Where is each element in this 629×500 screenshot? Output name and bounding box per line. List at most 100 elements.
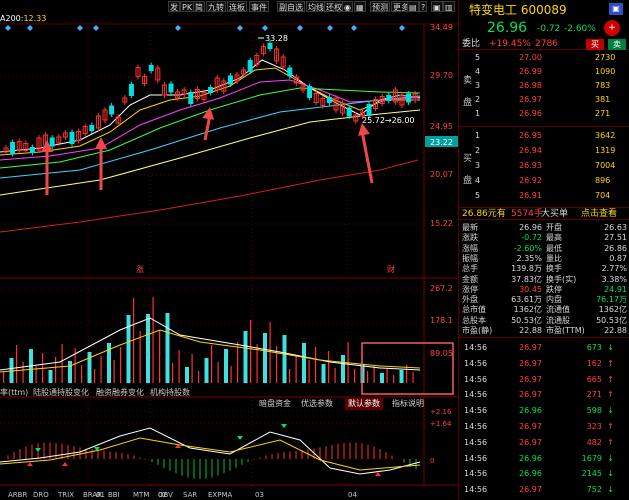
bid-row[interactable]: 1 26.95 3642: [459, 130, 629, 141]
candlestick[interactable]: [109, 105, 115, 115]
candlestick[interactable]: [49, 137, 55, 147]
volume-bar[interactable]: [94, 369, 96, 383]
candlestick[interactable]: [386, 95, 392, 101]
volume-bar[interactable]: [159, 330, 161, 383]
toolbar-button-3[interactable]: 九转: [206, 1, 226, 12]
event-marker-2[interactable]: [77, 25, 83, 31]
volume-bar[interactable]: [341, 355, 345, 383]
volume-bar[interactable]: [393, 375, 395, 383]
volume-bar[interactable]: [386, 368, 388, 383]
volume-bar[interactable]: [126, 315, 131, 383]
volume-bar[interactable]: [289, 369, 291, 383]
volume-bar[interactable]: [120, 347, 122, 383]
volume-bar[interactable]: [269, 322, 271, 383]
layout-icon[interactable]: ▥: [443, 1, 455, 12]
toolbar-button-8[interactable]: 还权: [324, 1, 344, 12]
prev-stock-button[interactable]: [462, 20, 478, 36]
bid-row[interactable]: 2 26.94 1319: [459, 145, 629, 156]
volume-bar[interactable]: [302, 343, 306, 383]
candlestick[interactable]: [69, 132, 75, 144]
volume-bar[interactable]: [139, 331, 141, 383]
sell-button[interactable]: 卖: [608, 39, 626, 50]
candlestick[interactable]: [326, 97, 332, 103]
volume-bar[interactable]: [22, 362, 24, 383]
candlestick[interactable]: [267, 43, 273, 49]
toolbar-button-7[interactable]: 均线: [306, 1, 326, 12]
bid-row[interactable]: 3 26.93 7004: [459, 160, 629, 171]
volume-bar[interactable]: [250, 320, 252, 383]
toolbar-button-0[interactable]: 发: [168, 1, 180, 12]
volume-bar[interactable]: [198, 371, 200, 383]
grid-icon[interactable]: ▦: [354, 1, 366, 12]
bid-row[interactable]: 4 26.92 896: [459, 175, 629, 186]
volume-bar[interactable]: [178, 350, 180, 383]
candlestick[interactable]: [346, 107, 352, 117]
event-marker-4[interactable]: [175, 25, 181, 31]
candlestick[interactable]: [29, 147, 35, 153]
candlestick[interactable]: [208, 87, 214, 93]
volume-bar[interactable]: [367, 371, 369, 383]
volume-bar[interactable]: [191, 354, 193, 383]
volume-bar[interactable]: [308, 360, 310, 383]
camera-icon[interactable]: ◉: [342, 1, 353, 12]
volume-bar[interactable]: [243, 331, 248, 383]
volume-bar[interactable]: [282, 335, 287, 383]
buy-button[interactable]: 买: [586, 39, 604, 50]
volume-bar[interactable]: [100, 356, 102, 383]
volume-bar[interactable]: [87, 352, 92, 383]
bottom-tab-3[interactable]: BRAR: [83, 490, 102, 500]
candlestick[interactable]: [227, 75, 233, 85]
bid-row[interactable]: 5 26.91 704: [459, 190, 629, 201]
volume-bar[interactable]: [321, 364, 326, 383]
volume-bar[interactable]: [172, 363, 174, 383]
volume-bar[interactable]: [328, 351, 330, 383]
event-marker-8[interactable]: [327, 25, 333, 31]
volume-bar[interactable]: [354, 369, 356, 383]
volume-bar[interactable]: [295, 356, 297, 383]
volume-bar[interactable]: [61, 344, 63, 383]
candlestick[interactable]: [366, 104, 372, 116]
bottom-tab-1[interactable]: DRO: [33, 490, 49, 500]
indicator-tab-0[interactable]: 率(ttm): [0, 387, 28, 398]
ask-row[interactable]: 4 26.99 1090: [459, 66, 629, 77]
volume-bar[interactable]: [412, 372, 414, 383]
candlestick[interactable]: [307, 86, 313, 98]
volume-bar[interactable]: [315, 347, 317, 383]
param-tab-2[interactable]: 默认参数: [345, 398, 383, 410]
volume-bar[interactable]: [81, 365, 83, 383]
settings-icon[interactable]: ▣: [431, 1, 443, 12]
ask-row[interactable]: 3 26.98 783: [459, 80, 629, 91]
volume-bar[interactable]: [230, 366, 232, 383]
bottom-tab-4[interactable]: BBI: [108, 490, 120, 500]
volume-bar[interactable]: [185, 367, 189, 383]
event-marker-5[interactable]: [237, 25, 243, 31]
summary-link[interactable]: 点击查看: [581, 208, 617, 221]
toolbar-button-17[interactable]: 预测: [370, 1, 390, 12]
volume-bar[interactable]: [399, 370, 404, 383]
volume-bar[interactable]: [217, 362, 219, 383]
volume-bar[interactable]: [334, 368, 336, 383]
volume-bar[interactable]: [16, 345, 18, 383]
toolbar-button-6[interactable]: 副自选: [277, 1, 305, 12]
volume-bar[interactable]: [373, 366, 375, 383]
candlestick[interactable]: [10, 142, 16, 154]
toolbar-button-4[interactable]: 连板: [227, 1, 247, 12]
bottom-tab-5[interactable]: MTM: [133, 490, 149, 500]
bottom-tab-8[interactable]: EXPMA: [208, 490, 232, 500]
candlestick[interactable]: [89, 125, 95, 131]
volume-bar[interactable]: [68, 361, 72, 383]
volume-bar[interactable]: [113, 360, 115, 383]
candlestick[interactable]: [128, 84, 134, 96]
candlestick[interactable]: [406, 93, 412, 103]
stock-badge[interactable]: ▣: [609, 3, 623, 15]
bottom-tab-2[interactable]: TRIX: [58, 490, 74, 500]
bottom-tab-7[interactable]: SAR: [183, 490, 197, 500]
stock-plus-button[interactable]: +: [604, 20, 620, 36]
candlestick[interactable]: [247, 60, 253, 72]
volume-bar[interactable]: [152, 297, 154, 383]
event-marker-0[interactable]: [5, 25, 11, 31]
candlestick[interactable]: [287, 67, 293, 77]
ask-row[interactable]: 1 26.96 271: [459, 108, 629, 119]
volume-bar[interactable]: [146, 314, 150, 383]
param-tab-0[interactable]: 暗盘资金: [256, 398, 294, 410]
